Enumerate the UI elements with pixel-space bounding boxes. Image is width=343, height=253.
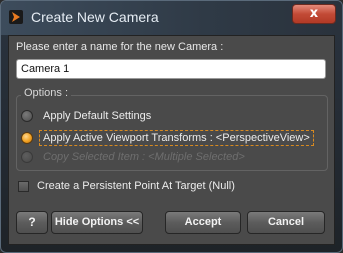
option-default-settings-label[interactable]: Apply Default Settings xyxy=(43,110,151,122)
close-button[interactable]: x xyxy=(292,4,336,24)
help-icon: ? xyxy=(28,215,36,229)
title-bar[interactable]: Create New Camera x xyxy=(1,1,342,35)
radio-default-settings[interactable] xyxy=(21,110,33,122)
persistent-point-row[interactable]: Create a Persistent Point At Target (Nul… xyxy=(18,180,235,192)
camera-name-label: Please enter a name for the new Camera : xyxy=(16,41,224,53)
option-viewport-transforms-label[interactable]: Apply Active Viewport Transforms : <Pers… xyxy=(39,130,314,146)
cancel-button[interactable]: Cancel xyxy=(247,211,325,234)
camera-name-input[interactable]: Camera 1 xyxy=(16,59,326,79)
persistent-point-label[interactable]: Create a Persistent Point At Target (Nul… xyxy=(37,180,235,192)
hide-options-button[interactable]: Hide Options << xyxy=(51,211,143,234)
options-group-label: Options : xyxy=(21,87,72,99)
app-logo-icon xyxy=(9,10,23,24)
radio-viewport-transforms[interactable] xyxy=(21,132,33,144)
option-default-settings[interactable]: Apply Default Settings xyxy=(21,107,151,125)
accept-button[interactable]: Accept xyxy=(165,211,241,234)
option-copy-selected: Copy Selected Item : <Multiple Selected> xyxy=(21,148,245,166)
persistent-point-checkbox[interactable] xyxy=(18,180,29,192)
dialog-body: Please enter a name for the new Camera :… xyxy=(8,35,335,245)
help-button[interactable]: ? xyxy=(16,211,48,234)
create-camera-dialog: Create New Camera x Please enter a name … xyxy=(0,0,343,253)
radio-copy-selected xyxy=(21,151,33,163)
window-title: Create New Camera xyxy=(31,9,159,25)
option-copy-selected-label: Copy Selected Item : <Multiple Selected> xyxy=(43,151,245,163)
option-viewport-transforms[interactable]: Apply Active Viewport Transforms : <Pers… xyxy=(21,129,314,147)
